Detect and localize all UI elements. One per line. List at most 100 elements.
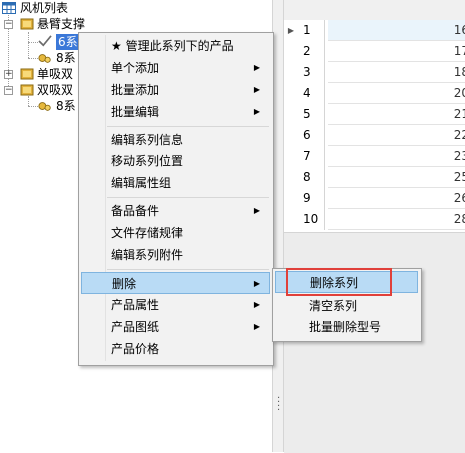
row-number: 4 [298,83,325,104]
menu-item-label: 产品图纸 [111,320,160,334]
row-number: 8 [298,167,325,188]
menu-item-label: 编辑属性组 [111,176,172,190]
collapse-icon[interactable]: − [4,20,13,29]
coins-icon [38,54,51,63]
table-cell[interactable]: 18 [328,62,465,83]
tree-node-6-series[interactable]: 6系 [0,34,80,50]
menu-separator [107,126,269,127]
menu-item-product-drawings[interactable]: 产品图纸 ▶ [81,316,269,338]
product-grid: ▶ 1 16 2 17 3 18 4 20 5 21 6 22 7 23 8 [284,0,465,453]
menu-item-label: 清空系列 [309,299,358,313]
menu-item-edit-series-attachments[interactable]: 编辑系列附件 [81,244,269,266]
cell-value: 22 [453,128,465,142]
grid-header [284,0,465,21]
menu-item-add-single[interactable]: 单个添加 ▶ [81,57,269,79]
table-cell[interactable]: 21 [328,104,465,125]
cell-value: 23 [453,149,465,163]
table-row[interactable]: 7 23 [284,146,465,167]
row-number: 1 [298,20,325,41]
submenu-arrow-icon: ▶ [253,206,260,215]
row-number: 5 [298,104,325,125]
menu-item-label: 单个添加 [111,61,160,75]
menu-item-label: 产品价格 [111,342,160,356]
submenu-arrow-icon: ▶ [253,322,260,331]
cell-value: 21 [453,107,465,121]
tree-node-label: 8系 [56,99,76,113]
expand-icon[interactable]: + [4,70,13,79]
menu-item-edit-attribute-group[interactable]: 编辑属性组 [81,172,269,194]
cell-value: 28 [453,212,465,226]
menu-item-batch-add[interactable]: 批量添加 ▶ [81,79,269,101]
menu-item-move-series[interactable]: 移动系列位置 [81,150,269,172]
row-number: 9 [298,188,325,209]
cell-value: 18 [453,65,465,79]
submenu-item-batch-delete-models[interactable]: 批量删除型号 [275,316,418,338]
table-cell[interactable]: 17 [328,41,465,62]
tree-node-cantilever[interactable]: − 悬臂支撑 [0,16,130,32]
table-row[interactable]: 3 18 [284,62,465,83]
submenu-arrow-icon: ▶ [253,300,260,309]
table-row[interactable]: 8 25 [284,167,465,188]
table-row[interactable]: 5 21 [284,104,465,125]
table-row[interactable]: 6 22 [284,125,465,146]
submenu-arrow-icon: ▶ [253,107,260,116]
submenu-arrow-icon: ▶ [253,63,260,72]
tree-node-label: 单吸双 [37,67,74,81]
table-row[interactable]: 10 28 [284,209,465,230]
tree-node-label: 6系 [56,34,80,50]
submenu-arrow-icon: ▶ [253,279,260,288]
table-row[interactable]: 2 17 [284,41,465,62]
menu-item-edit-series-info[interactable]: 编辑系列信息 [81,129,269,151]
tree-node-8-series-double[interactable]: 8系 [0,98,80,114]
menu-item-label: 编辑系列附件 [111,248,184,262]
menu-item-product-attributes[interactable]: 产品属性 ▶ [81,294,269,316]
table-row[interactable]: 4 20 [284,83,465,104]
row-number: 6 [298,125,325,146]
table-cell[interactable]: 25 [328,167,465,188]
menu-item-label: ★ 管理此系列下的产品 [111,39,234,53]
menu-item-product-prices[interactable]: 产品价格 [81,338,269,360]
table-cell[interactable]: 26 [328,188,465,209]
menu-item-manage-products[interactable]: ★ 管理此系列下的产品 [81,35,269,57]
menu-item-file-storage-rules[interactable]: 文件存储规律 [81,222,269,244]
splitter-grip-icon: · · · · [277,393,281,416]
row-number: 7 [298,146,325,167]
coins-icon [38,102,51,111]
table-cell[interactable]: 16 [328,20,465,41]
menu-item-label: 批量编辑 [111,105,160,119]
tree-root-label: 风机列表 [20,1,69,15]
current-row-indicator-icon: ▶ [287,26,295,35]
menu-separator [107,197,269,198]
collapse-icon[interactable]: − [4,86,13,95]
menu-item-batch-edit[interactable]: 批量编辑 ▶ [81,101,269,123]
grid-rows: ▶ 1 16 2 17 3 18 4 20 5 21 6 22 7 23 8 [284,20,465,232]
table-cell[interactable]: 28 [328,209,465,230]
context-menu: ★ 管理此系列下的产品 单个添加 ▶ 批量添加 ▶ 批量编辑 ▶ 编辑系列信息 … [78,32,274,366]
submenu-item-clear-series[interactable]: 清空系列 [275,295,418,317]
submenu-arrow-icon: ▶ [253,85,260,94]
table-row[interactable]: ▶ 1 16 [284,20,465,41]
menu-separator [107,269,269,270]
grid-empty-area [284,232,465,453]
menu-item-label: 编辑系列信息 [111,133,184,147]
tree-root-node[interactable]: 风机列表 [0,0,120,16]
cell-value: 20 [453,86,465,100]
menu-item-spare-parts[interactable]: 备品备件 ▶ [81,200,269,222]
row-number: 3 [298,62,325,83]
tree-node-label: 双吸双 [37,83,74,97]
cell-value: 17 [453,44,465,58]
folder-stack-icon [20,84,34,96]
tree-node-8-series[interactable]: 8系 [0,50,80,66]
menu-item-label: 批量添加 [111,83,160,97]
tree-node-label: 悬臂支撑 [37,17,86,31]
table-cell[interactable]: 23 [328,146,465,167]
menu-item-label: 移动系列位置 [111,154,184,168]
table-cell[interactable]: 22 [328,125,465,146]
checkmark-icon [38,35,52,47]
table-cell[interactable]: 20 [328,83,465,104]
row-number: 2 [298,41,325,62]
menu-item-delete[interactable]: 删除 ▶ [81,272,270,294]
menu-item-label: 备品备件 [111,204,160,218]
table-row[interactable]: 9 26 [284,188,465,209]
cell-value: 25 [453,170,465,184]
